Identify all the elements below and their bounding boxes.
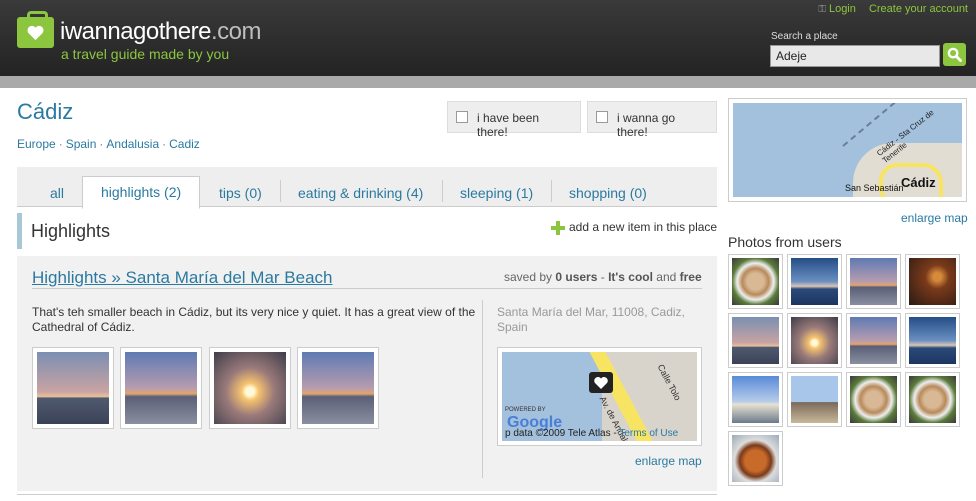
user-photo-beach-blue [791, 258, 838, 305]
item-photo-thumb[interactable] [209, 347, 291, 429]
logo-bag-icon[interactable] [17, 11, 54, 48]
user-photo-thumb[interactable] [728, 254, 783, 309]
create-account-link[interactable]: Create your account [869, 3, 968, 15]
item-address: Santa María del Mar, 11008, Cadiz, Spain [497, 305, 685, 334]
map-street-label-2: Calle Tolo [655, 362, 683, 403]
card-divider [32, 288, 702, 289]
enlarge-map-link-sidebar[interactable]: enlarge map [901, 211, 968, 225]
wanna-go-button[interactable]: i wanna go there! [587, 101, 717, 139]
bottom-divider [17, 494, 717, 501]
login-link[interactable]: Login [829, 3, 856, 15]
tab-eating-drinking[interactable]: eating & drinking (4) [298, 178, 423, 208]
user-photo-sunset-3 [850, 317, 897, 364]
account-links: ⚿ Login Create your account [818, 3, 968, 15]
search-button[interactable] [943, 43, 966, 66]
map-city-label: Cádiz [901, 175, 936, 190]
user-photo-thumb[interactable] [728, 372, 783, 427]
user-photo-thumb[interactable] [905, 254, 960, 309]
user-photo-thumb[interactable] [787, 313, 842, 368]
item-map[interactable]: Av. de Andalucía Calle Tolo POWERED BY G… [497, 347, 702, 446]
item-photo-thumb[interactable] [32, 347, 114, 429]
user-photo-beach-dusk [850, 258, 897, 305]
been-there-label: i have been there! [477, 111, 540, 139]
user-photo-lifeguard [791, 376, 838, 423]
search-icon [947, 47, 962, 62]
breadcrumb-cadiz[interactable]: Cadiz [169, 137, 200, 151]
tab-divider [280, 180, 281, 202]
photo-sunset-sun [214, 352, 286, 424]
page-title: Cádiz [17, 99, 74, 124]
map-district-label: San Sebastián [845, 183, 904, 193]
user-photo-thumb[interactable] [728, 313, 783, 368]
user-photo-town [732, 376, 779, 423]
tab-divider [551, 180, 552, 202]
map-pin-icon[interactable] [589, 372, 613, 393]
photos-from-users-title: Photos from users [728, 234, 842, 250]
tab-highlights[interactable]: highlights (2) [82, 176, 201, 209]
place-map[interactable]: Cádiz - Sta Cruz de Tenerife Cádiz San S… [728, 98, 967, 202]
user-photo-thumb[interactable] [846, 372, 901, 427]
card-vertical-divider [482, 300, 483, 478]
key-icon: ⚿ [818, 4, 826, 15]
enlarge-map-link[interactable]: enlarge map [635, 454, 702, 468]
user-photo-paella [732, 435, 779, 482]
user-photo-thumb[interactable] [728, 431, 783, 486]
map-copyright: p data ©2009 Tele Atlas - Terms of Use [505, 428, 679, 439]
breadcrumb: Europe · Spain · Andalusia · Cadiz [17, 137, 200, 151]
user-photo-thumb[interactable] [905, 372, 960, 427]
terms-of-use-link[interactable]: Terms of Use [619, 428, 678, 439]
been-there-checkbox[interactable] [456, 111, 468, 123]
user-photo-thumb[interactable] [846, 313, 901, 368]
search-label: Search a place [771, 31, 838, 42]
map-powered-by: POWERED BY [505, 407, 546, 413]
user-photo-food-2 [850, 376, 897, 423]
user-photo-night-bar [909, 258, 956, 305]
item-description: That's teh smaller beach in Cádiz, but i… [32, 305, 476, 334]
item-photo-thumb[interactable] [297, 347, 379, 429]
item-title-link[interactable]: Highlights » Santa María del Mar Beach [32, 268, 333, 288]
user-photo-sunset-1 [732, 317, 779, 364]
photo-beach-dusk [37, 352, 109, 424]
breadcrumb-andalusia[interactable]: Andalusia [106, 137, 159, 151]
tab-sleeping[interactable]: sleeping (1) [460, 178, 533, 208]
user-photo-thumb[interactable] [787, 254, 842, 309]
tagline: a travel guide made by you [61, 46, 230, 62]
been-there-button[interactable]: i have been there! [447, 101, 581, 139]
header-divider [0, 76, 976, 88]
tab-divider [442, 180, 443, 202]
wanna-go-label: i wanna go there! [617, 111, 676, 139]
section-title: Highlights [31, 221, 111, 241]
photo-sunset-sea [302, 352, 374, 424]
logo-wordmark[interactable]: iwannagothere.com [60, 18, 261, 46]
breadcrumb-europe[interactable]: Europe [17, 137, 56, 151]
item-photo-thumb[interactable] [120, 347, 202, 429]
user-photo-sunset-4 [909, 317, 956, 364]
wanna-go-checkbox[interactable] [596, 111, 608, 123]
tab-all[interactable]: all [50, 178, 64, 208]
tab-tips[interactable]: tips (0) [219, 178, 262, 208]
search-input[interactable] [770, 45, 940, 67]
photo-beach-palm [125, 352, 197, 424]
plus-icon [551, 221, 565, 235]
user-photo-thumb[interactable] [787, 372, 842, 427]
breadcrumb-spain[interactable]: Spain [66, 137, 97, 151]
tab-shopping[interactable]: shopping (0) [569, 178, 647, 208]
user-photo-food-1 [732, 258, 779, 305]
user-photo-food-3 [909, 376, 956, 423]
user-photo-thumb[interactable] [905, 313, 960, 368]
add-item-link[interactable]: add a new item in this place [551, 220, 717, 235]
user-photo-thumb[interactable] [846, 254, 901, 309]
user-photo-sunset-2 [791, 317, 838, 364]
saved-by-meta: saved by 0 users - It's cool and free [504, 270, 702, 284]
